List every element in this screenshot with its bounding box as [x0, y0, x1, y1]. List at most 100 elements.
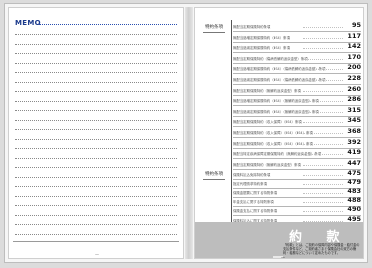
toc-leader — [303, 37, 343, 39]
toc-entry-title: 無配当定期保険特約（収入保障）（ⅡS4）条項 — [233, 120, 302, 125]
memo-line — [15, 91, 177, 92]
memo-line — [15, 81, 177, 83]
booklet-spread: MEMO — 特約条項 特約条項 無配当定期保険特約条項 95 無配当逓増定期保険特… — [4, 3, 368, 263]
toc-entry-page: 286 — [347, 95, 361, 104]
toc-entry-page: 392 — [347, 137, 361, 146]
memo-line — [15, 72, 177, 73]
toc-entry-page: 200 — [347, 63, 361, 72]
memo-line — [15, 100, 177, 102]
memo-line — [15, 110, 177, 111]
right-page-number: — — [281, 255, 285, 259]
toc-entry-page: 368 — [347, 127, 361, 135]
toc-leader — [303, 184, 343, 186]
section-bar-1 — [231, 20, 232, 168]
memo-line — [15, 224, 177, 225]
memo-line — [15, 119, 177, 121]
toc-leader — [303, 202, 343, 204]
memo-line — [15, 129, 177, 130]
toc-leader — [303, 27, 343, 28]
toc-leader — [303, 133, 343, 134]
toc-entry-page: 142 — [347, 42, 361, 51]
toc-entry[interactable]: 無配当逓減定期保険特約（ⅡS4）（傷病低解約返戻金型）条項 228 — [233, 74, 361, 85]
toc-entry-title: 無配当定期保険特約（収入保障）（ⅡS4）（ⅡS4）条項 — [233, 141, 313, 146]
page-gutter — [185, 7, 193, 259]
memo-line — [15, 157, 177, 159]
toc-entry-page: 447 — [347, 158, 361, 167]
toc-entry[interactable]: 無配当定期保険特約条項 95 — [233, 21, 361, 32]
toc-entry-title: 無配当定期保険特約（無解約返戻金型）条項 — [233, 88, 301, 93]
memo-title: MEMO — [15, 19, 41, 27]
yakkan-note: 「約款」とは、ご契約の保障内容や保険金・給付金の支払条件など、ご契約者さまと保険… — [283, 243, 360, 256]
toc-entry[interactable]: 無配当逓増定期保険特約（ⅡS4）条項 117 — [233, 32, 361, 43]
section-label-1: 特約条項 — [205, 25, 223, 30]
toc-entry-page: 228 — [347, 74, 361, 82]
memo-line — [15, 176, 177, 178]
memo-line — [15, 62, 177, 64]
toc-entry-title: 無配当定期保険特約条項 — [233, 25, 271, 29]
memo-line — [15, 186, 177, 187]
memo-title-rule — [39, 24, 177, 25]
memo-line — [15, 148, 177, 149]
section-label-2: 特約条項 — [205, 172, 223, 177]
toc-entry[interactable]: 無配当定期保険特約（無解約返戻金型）条項 260 — [233, 85, 361, 96]
yakkan-box-content: 約 款 「約款」とは、ご契約の保障内容や保険金・給付金の支払条件など、ご契約者さ… — [283, 226, 361, 258]
toc-leader — [303, 143, 343, 145]
toc-entry-page: 483 — [347, 187, 361, 196]
toc-entry-page: 345 — [347, 116, 361, 125]
toc-entry-title: 無配当定期保険特約（無解約返戻金型）条項 — [233, 162, 301, 167]
toc-entry-title: 指定代理請求特約条項 — [233, 182, 267, 187]
toc-entry[interactable]: 無配当定期保険特約（収入保障）（ⅡS4）条項 345 — [233, 116, 361, 128]
memo-line — [15, 195, 177, 197]
toc-entry[interactable]: 無配当逓減定期保険特約（ⅡS4）（無解約返戻金型）条項 315 — [233, 106, 361, 117]
toc-leader — [303, 211, 343, 213]
memo-line — [15, 43, 177, 45]
toc-entry-page: 419 — [347, 148, 361, 157]
toc-leader — [303, 154, 343, 156]
toc-entry-page: 475 — [347, 169, 361, 177]
toc-entry-title: 無配当定期保険特約（収入保障）（ⅡS4）（ⅡS4）条項 — [233, 131, 313, 135]
toc-entry[interactable]: 無配当逓減定期保険特約（ⅡS4）条項 142 — [233, 42, 361, 54]
toc-leader — [303, 111, 343, 113]
section-bar-2 — [231, 167, 232, 225]
section-rule-1 — [203, 32, 225, 33]
toc-entry[interactable]: 無配当逓増定期保険特約（ⅡS4）（無解約返戻金型）条項 286 — [233, 95, 361, 107]
toc-entry-page: 490 — [347, 205, 361, 214]
memo-line — [15, 167, 177, 168]
toc-leader — [303, 164, 343, 166]
toc-leader — [303, 48, 343, 50]
toc-leader — [303, 193, 343, 195]
toc-entry[interactable]: 無配当定期保険特約（収入保障）（ⅡS4）（ⅡS4）条項 392 — [233, 138, 361, 149]
memo-line — [15, 138, 177, 140]
memo-bottom-rule — [13, 241, 179, 242]
memo-line — [15, 233, 177, 235]
toc-entry[interactable]: 無配当特定疾病保障定期保険特約（無解約返戻金型）条項 419 — [233, 148, 361, 160]
toc-leader — [303, 101, 343, 103]
memo-page: MEMO — — [8, 7, 184, 259]
toc-leader — [303, 69, 343, 71]
toc-leader — [303, 175, 343, 176]
memo-line — [15, 34, 177, 35]
toc-entry-page: 170 — [347, 52, 361, 61]
toc-entry-title: 年金支払に関する特則条項 — [233, 200, 274, 205]
memo-line — [15, 205, 177, 206]
toc-entry[interactable]: 無配当逓増定期保険特約（ⅡS4）（傷病低解約返戻金型）条項 200 — [233, 63, 361, 75]
toc-entry-page: 488 — [347, 196, 361, 205]
toc-entry-page: 117 — [347, 31, 361, 40]
toc-page: 特約条項 特約条項 無配当定期保険特約条項 95 無配当逓増定期保険特約（ⅡS4）条… — [194, 7, 364, 259]
toc-entry-title: 保険金支払に関する特則条項 — [233, 209, 278, 214]
toc-entry-title: 無配当逓増定期保険特約（ⅡS4）条項 — [233, 35, 290, 40]
memo-line — [15, 53, 177, 54]
toc-entry-page: 260 — [347, 84, 361, 93]
left-page-number: — — [95, 252, 99, 257]
toc-entry-title: 無配当逓減定期保険特約（ⅡS4）条項 — [233, 46, 290, 51]
memo-line — [15, 214, 177, 216]
toc-leader — [303, 122, 343, 124]
toc-entry-page: 95 — [351, 21, 361, 29]
toc-entry[interactable]: 無配当定期保険特約（傷病低解約返戻金型）条項 170 — [233, 53, 361, 64]
toc-entry[interactable]: 無配当定期保険特約（収入保障）（ⅡS4）（ⅡS4）条項 368 — [233, 127, 361, 138]
toc-entry-page: 315 — [347, 105, 361, 114]
toc-entry-page: 479 — [347, 178, 361, 187]
toc-leader — [303, 90, 343, 92]
toc-entry-title: 無配当定期保険特約（傷病低解約返戻金型）条項 — [233, 56, 308, 61]
toc-leader — [303, 80, 343, 81]
